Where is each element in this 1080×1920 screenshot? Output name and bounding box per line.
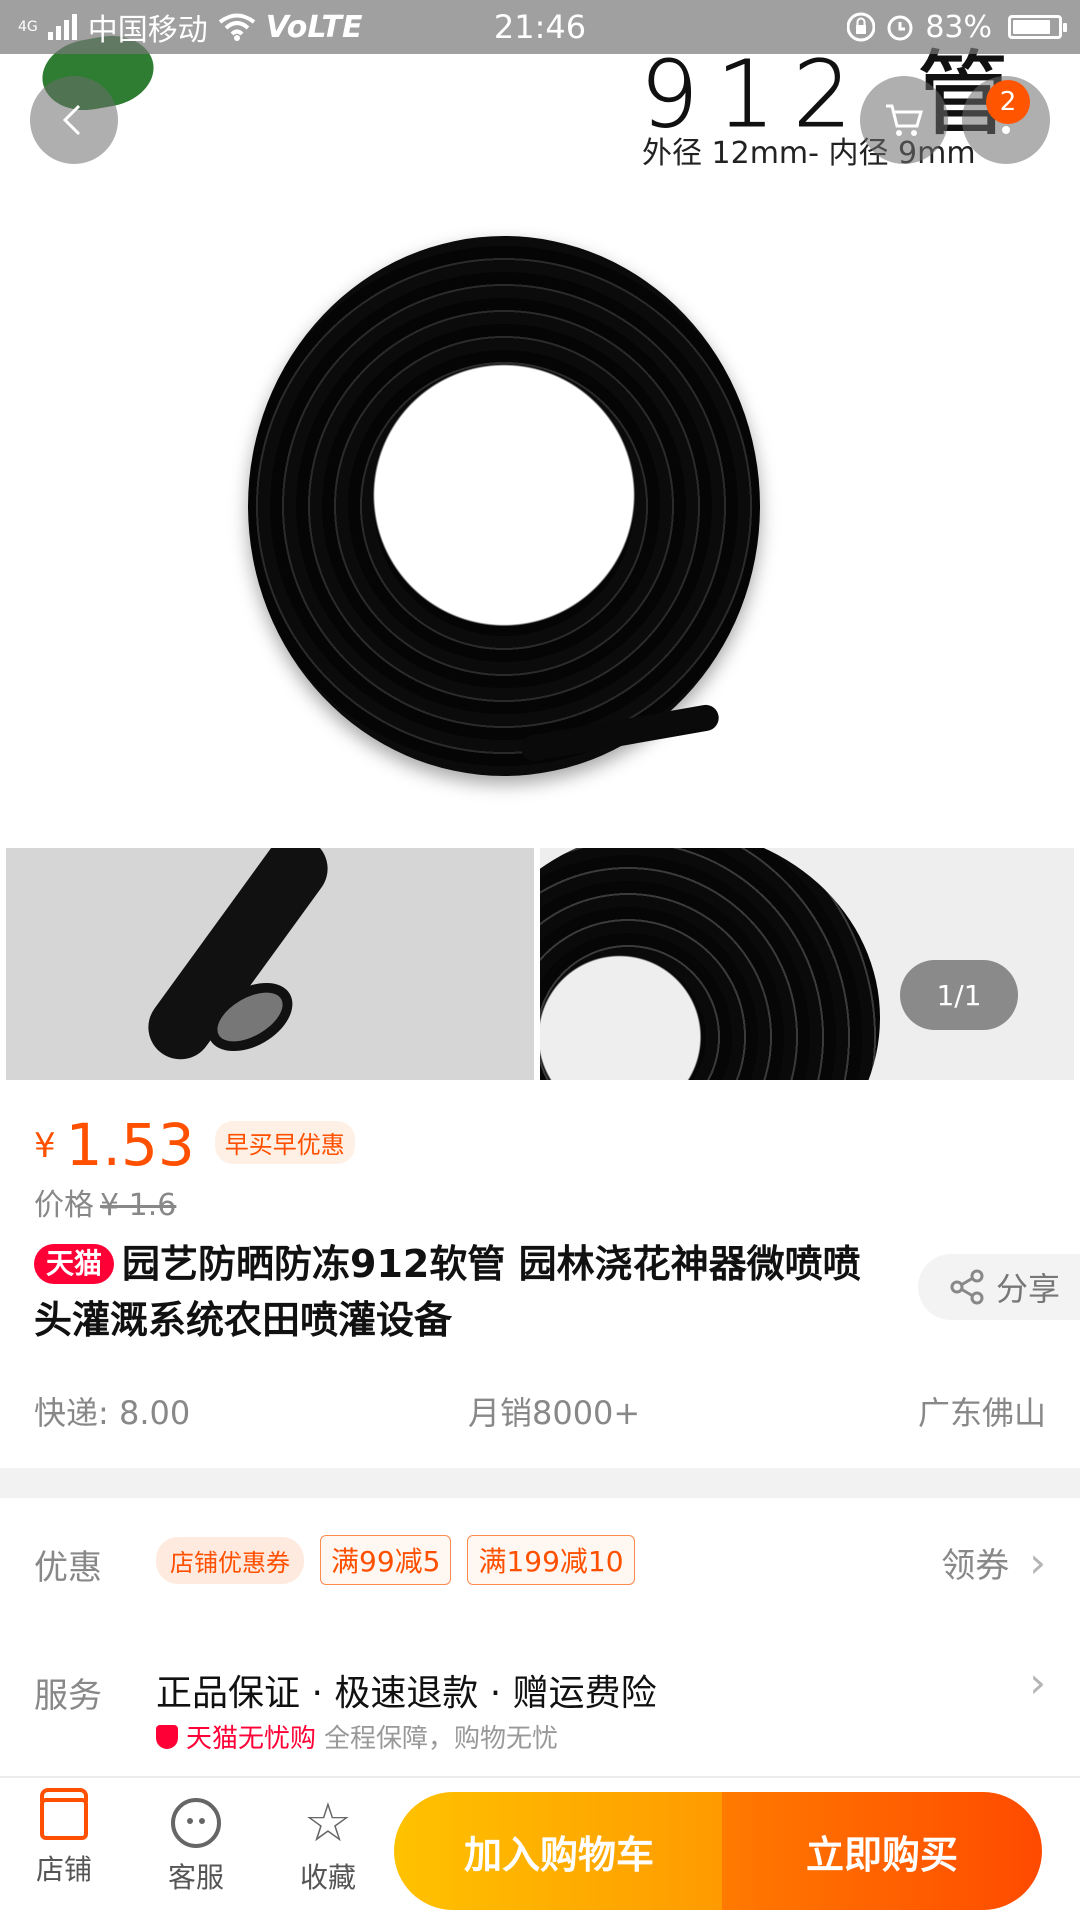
- customer-service-button[interactable]: 客服: [146, 1798, 246, 1896]
- star-icon: ☆: [303, 1791, 353, 1854]
- section-divider: [0, 1468, 1080, 1498]
- carrier-name: 中国移动: [87, 13, 208, 48]
- monthly-sales: 月销8000+: [467, 1394, 641, 1432]
- lock-icon: [847, 12, 876, 42]
- service-label: 服务: [34, 1676, 102, 1716]
- hose-coil-image: [248, 236, 760, 776]
- coil-detail-image: [540, 848, 880, 1080]
- share-button[interactable]: 分享: [918, 1254, 1080, 1320]
- coupon-label: 优惠: [34, 1548, 102, 1588]
- buy-now-button[interactable]: 立即购买: [722, 1792, 1042, 1910]
- product-image-gallery[interactable]: 912 管 外径 12mm- 内径 9mm 1/1: [0, 0, 1080, 1085]
- currency-symbol: ¥: [34, 1126, 56, 1166]
- cart-count-badge: 2: [986, 80, 1030, 124]
- original-price-row: 价格 ¥ 1.6: [34, 1180, 176, 1224]
- coupon-item[interactable]: 满99减5: [320, 1535, 452, 1585]
- wifi-icon: [218, 13, 255, 41]
- battery-fill: [1013, 20, 1050, 34]
- back-button[interactable]: [30, 76, 118, 164]
- promo-tag: 早买早优惠: [214, 1121, 355, 1164]
- battery-icon: [1008, 15, 1067, 39]
- store-button[interactable]: 店铺: [14, 1788, 114, 1888]
- network-type: 4G: [18, 19, 38, 35]
- share-label: 分享: [996, 1270, 1061, 1308]
- original-price: ¥ 1.6: [100, 1188, 177, 1223]
- coupon-list[interactable]: 店铺优惠券 满99减5 满199减10: [156, 1535, 635, 1585]
- product-title: 天猫 园艺防晒防冻912软管 园林浇花神器微喷喷头灌溉系统农田喷灌设备: [34, 1236, 884, 1348]
- current-price: 1.53: [65, 1111, 195, 1179]
- service-description: 全程保障，购物无忧: [324, 1724, 559, 1754]
- customer-service-icon: [171, 1798, 221, 1848]
- alarm-icon: [887, 15, 913, 41]
- cart-icon: [886, 104, 923, 136]
- shipping-fee: 快递: 8.00: [34, 1394, 191, 1432]
- original-price-label: 价格: [34, 1188, 94, 1223]
- share-icon: [950, 1269, 984, 1305]
- cart-button[interactable]: [860, 76, 948, 164]
- ship-from-location: 广东佛山: [917, 1394, 1046, 1432]
- add-to-cart-button[interactable]: 加入购物车: [394, 1792, 724, 1910]
- tmall-worry-free-badge: 天猫无忧购: [186, 1724, 317, 1754]
- image-tile-hose-cross-section: [6, 848, 534, 1080]
- clock: 21:46: [493, 8, 587, 46]
- service-subline: 天猫无忧购 全程保障，购物无忧: [156, 1718, 558, 1755]
- get-coupon-button[interactable]: 领券 ›: [941, 1538, 1046, 1587]
- service-detail-button[interactable]: ›: [1029, 1658, 1046, 1707]
- store-coupon-tag: 店铺优惠券: [156, 1536, 304, 1584]
- volte-indicator: VoLTE: [265, 9, 363, 45]
- service-guarantees[interactable]: 正品保证 · 极速退款 · 赠运费险: [156, 1664, 657, 1716]
- favorite-label: 收藏: [299, 1861, 356, 1894]
- product-detail-screen: 912 管 外径 12mm- 内径 9mm 1/1 4G 中国移动 VoLTE …: [0, 0, 1080, 1920]
- status-bar: 4G 中国移动 VoLTE 21:46 83%: [0, 0, 1080, 54]
- store-label: 店铺: [35, 1853, 92, 1886]
- price-row: ¥ 1.53 早买早优惠: [34, 1116, 355, 1174]
- get-coupon-label: 领券: [941, 1546, 1010, 1586]
- chevron-left-icon: [62, 104, 81, 136]
- image-page-indicator: 1/1: [900, 960, 1018, 1030]
- tmall-badge: 天猫: [34, 1244, 115, 1284]
- battery-percentage: 83%: [925, 9, 992, 45]
- product-meta-row: 快递: 8.00 月销8000+ 广东佛山: [34, 1388, 1046, 1434]
- chevron-right-icon: ›: [1029, 1658, 1046, 1707]
- signal-icon: [47, 14, 77, 40]
- favorite-button[interactable]: ☆ 收藏: [278, 1791, 378, 1896]
- store-icon: [40, 1788, 88, 1840]
- chevron-right-icon: ›: [1029, 1537, 1046, 1587]
- tmall-shield-icon: [156, 1724, 178, 1749]
- product-title-text: 园艺防晒防冻912软管 园林浇花神器微喷喷头灌溉系统农田喷灌设备: [34, 1242, 861, 1342]
- coupon-item[interactable]: 满199减10: [467, 1535, 635, 1585]
- customer-service-label: 客服: [167, 1861, 224, 1894]
